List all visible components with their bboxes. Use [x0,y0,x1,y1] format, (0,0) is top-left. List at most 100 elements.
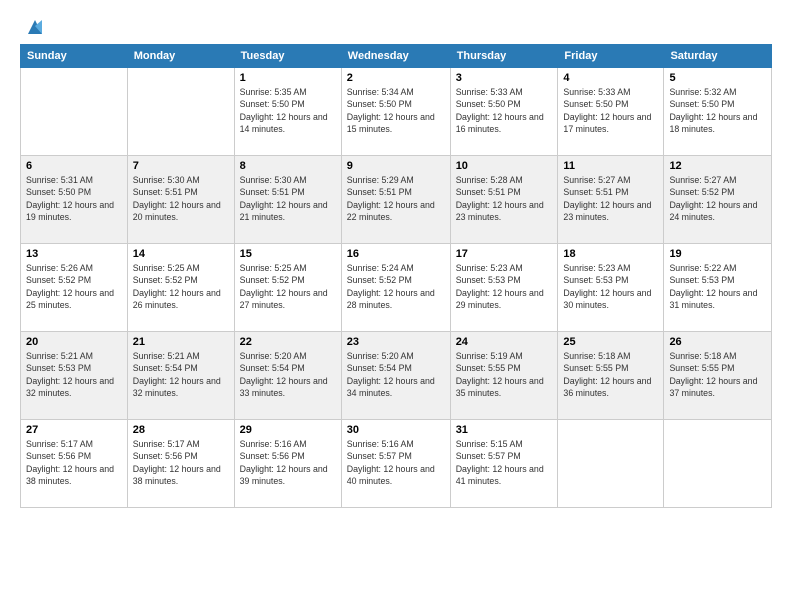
week-row-2: 6 Sunrise: 5:31 AM Sunset: 5:50 PM Daylig… [21,156,772,244]
calendar-cell: 15 Sunrise: 5:25 AM Sunset: 5:52 PM Dayli… [234,244,341,332]
calendar-cell: 22 Sunrise: 5:20 AM Sunset: 5:54 PM Dayli… [234,332,341,420]
day-number: 20 [26,336,122,348]
calendar-cell: 14 Sunrise: 5:25 AM Sunset: 5:52 PM Dayli… [127,244,234,332]
day-number: 11 [563,160,658,172]
calendar-cell [664,420,772,508]
calendar-cell: 19 Sunrise: 5:22 AM Sunset: 5:53 PM Dayli… [664,244,772,332]
week-row-4: 20 Sunrise: 5:21 AM Sunset: 5:53 PM Dayli… [21,332,772,420]
calendar-cell: 29Sunrise: 5:16 AM Sunset: 5:56 PM Dayli… [234,420,341,508]
calendar-cell [127,68,234,156]
day-info: Sunrise: 5:29 AM Sunset: 5:51 PM Dayligh… [347,174,445,223]
day-info: Sunrise: 5:30 AM Sunset: 5:51 PM Dayligh… [240,174,336,223]
day-number: 21 [133,336,229,348]
col-header-saturday: Saturday [664,45,772,68]
day-number: 16 [347,248,445,260]
col-header-monday: Monday [127,45,234,68]
calendar-cell: 30 Sunrise: 5:16 AM Sunset: 5:57 PM Dayli… [341,420,450,508]
logo-area [20,16,46,38]
calendar-cell: 9 Sunrise: 5:29 AM Sunset: 5:51 PM Daylig… [341,156,450,244]
calendar-cell [558,420,664,508]
day-number: 19 [669,248,766,260]
day-info: Sunrise: 5:15 AM Sunset: 5:57 PM Dayligh… [456,438,553,487]
day-number: 30 [347,424,445,436]
day-info: Sunrise: 5:25 AM Sunset: 5:52 PM Dayligh… [133,262,229,311]
day-number: 28 [133,424,229,436]
day-number: 10 [456,160,553,172]
day-number: 22 [240,336,336,348]
day-number: 26 [669,336,766,348]
day-info: Sunrise: 5:20 AM Sunset: 5:54 PM Dayligh… [347,350,445,399]
calendar-cell: 11 Sunrise: 5:27 AM Sunset: 5:51 PM Dayli… [558,156,664,244]
day-number: 3 [456,72,553,84]
day-info: Sunrise: 5:17 AM Sunset: 5:56 PM Dayligh… [26,438,122,487]
day-number: 13 [26,248,122,260]
logo-icon [24,16,46,38]
day-number: 24 [456,336,553,348]
day-info: Sunrise: 5:34 AM Sunset: 5:50 PM Dayligh… [347,86,445,135]
calendar-cell: 13 Sunrise: 5:26 AM Sunset: 5:52 PM Dayli… [21,244,128,332]
col-header-wednesday: Wednesday [341,45,450,68]
calendar-cell: 31 Sunrise: 5:15 AM Sunset: 5:57 PM Dayli… [450,420,558,508]
calendar-cell: 4 Sunrise: 5:33 AM Sunset: 5:50 PM Daylig… [558,68,664,156]
day-number: 5 [669,72,766,84]
day-number: 9 [347,160,445,172]
day-number: 27 [26,424,122,436]
col-header-tuesday: Tuesday [234,45,341,68]
day-info: Sunrise: 5:23 AM Sunset: 5:53 PM Dayligh… [456,262,553,311]
calendar-cell: 5 Sunrise: 5:32 AM Sunset: 5:50 PM Daylig… [664,68,772,156]
calendar-cell: 20 Sunrise: 5:21 AM Sunset: 5:53 PM Dayli… [21,332,128,420]
day-info: Sunrise: 5:33 AM Sunset: 5:50 PM Dayligh… [563,86,658,135]
day-info: Sunrise: 5:26 AM Sunset: 5:52 PM Dayligh… [26,262,122,311]
day-info: Sunrise: 5:27 AM Sunset: 5:51 PM Dayligh… [563,174,658,223]
day-info: Sunrise: 5:32 AM Sunset: 5:50 PM Dayligh… [669,86,766,135]
col-header-friday: Friday [558,45,664,68]
day-info: Sunrise: 5:18 AM Sunset: 5:55 PM Dayligh… [669,350,766,399]
calendar-cell: 3 Sunrise: 5:33 AM Sunset: 5:50 PM Daylig… [450,68,558,156]
calendar-cell: 2 Sunrise: 5:34 AM Sunset: 5:50 PM Daylig… [341,68,450,156]
day-number: 12 [669,160,766,172]
col-header-thursday: Thursday [450,45,558,68]
day-info: Sunrise: 5:21 AM Sunset: 5:53 PM Dayligh… [26,350,122,399]
page: SundayMondayTuesdayWednesdayThursdayFrid… [0,0,792,612]
day-info: Sunrise: 5:19 AM Sunset: 5:55 PM Dayligh… [456,350,553,399]
calendar-cell: 12Sunrise: 5:27 AM Sunset: 5:52 PM Dayli… [664,156,772,244]
day-info: Sunrise: 5:30 AM Sunset: 5:51 PM Dayligh… [133,174,229,223]
day-number: 8 [240,160,336,172]
day-info: Sunrise: 5:35 AM Sunset: 5:50 PM Dayligh… [240,86,336,135]
day-number: 25 [563,336,658,348]
week-row-3: 13 Sunrise: 5:26 AM Sunset: 5:52 PM Dayli… [21,244,772,332]
calendar-cell: 10Sunrise: 5:28 AM Sunset: 5:51 PM Dayli… [450,156,558,244]
day-info: Sunrise: 5:25 AM Sunset: 5:52 PM Dayligh… [240,262,336,311]
calendar-cell: 16Sunrise: 5:24 AM Sunset: 5:52 PM Dayli… [341,244,450,332]
header [20,16,772,38]
day-number: 15 [240,248,336,260]
week-row-1: 1 Sunrise: 5:35 AM Sunset: 5:50 PM Daylig… [21,68,772,156]
calendar-cell: 24 Sunrise: 5:19 AM Sunset: 5:55 PM Dayli… [450,332,558,420]
day-number: 4 [563,72,658,84]
day-info: Sunrise: 5:17 AM Sunset: 5:56 PM Dayligh… [133,438,229,487]
calendar-cell: 27 Sunrise: 5:17 AM Sunset: 5:56 PM Dayli… [21,420,128,508]
header-row: SundayMondayTuesdayWednesdayThursdayFrid… [21,45,772,68]
day-number: 29 [240,424,336,436]
calendar-cell: 25 Sunrise: 5:18 AM Sunset: 5:55 PM Dayli… [558,332,664,420]
calendar-cell: 28 Sunrise: 5:17 AM Sunset: 5:56 PM Dayli… [127,420,234,508]
day-info: Sunrise: 5:22 AM Sunset: 5:53 PM Dayligh… [669,262,766,311]
calendar: SundayMondayTuesdayWednesdayThursdayFrid… [20,44,772,508]
calendar-cell: 7 Sunrise: 5:30 AM Sunset: 5:51 PM Daylig… [127,156,234,244]
day-info: Sunrise: 5:31 AM Sunset: 5:50 PM Dayligh… [26,174,122,223]
day-number: 2 [347,72,445,84]
calendar-cell: 6 Sunrise: 5:31 AM Sunset: 5:50 PM Daylig… [21,156,128,244]
day-info: Sunrise: 5:33 AM Sunset: 5:50 PM Dayligh… [456,86,553,135]
day-info: Sunrise: 5:20 AM Sunset: 5:54 PM Dayligh… [240,350,336,399]
day-number: 14 [133,248,229,260]
calendar-cell: 17Sunrise: 5:23 AM Sunset: 5:53 PM Dayli… [450,244,558,332]
day-info: Sunrise: 5:16 AM Sunset: 5:57 PM Dayligh… [347,438,445,487]
day-number: 1 [240,72,336,84]
day-info: Sunrise: 5:18 AM Sunset: 5:55 PM Dayligh… [563,350,658,399]
day-info: Sunrise: 5:23 AM Sunset: 5:53 PM Dayligh… [563,262,658,311]
calendar-cell: 18Sunrise: 5:23 AM Sunset: 5:53 PM Dayli… [558,244,664,332]
day-number: 7 [133,160,229,172]
day-number: 6 [26,160,122,172]
day-number: 31 [456,424,553,436]
calendar-cell [21,68,128,156]
